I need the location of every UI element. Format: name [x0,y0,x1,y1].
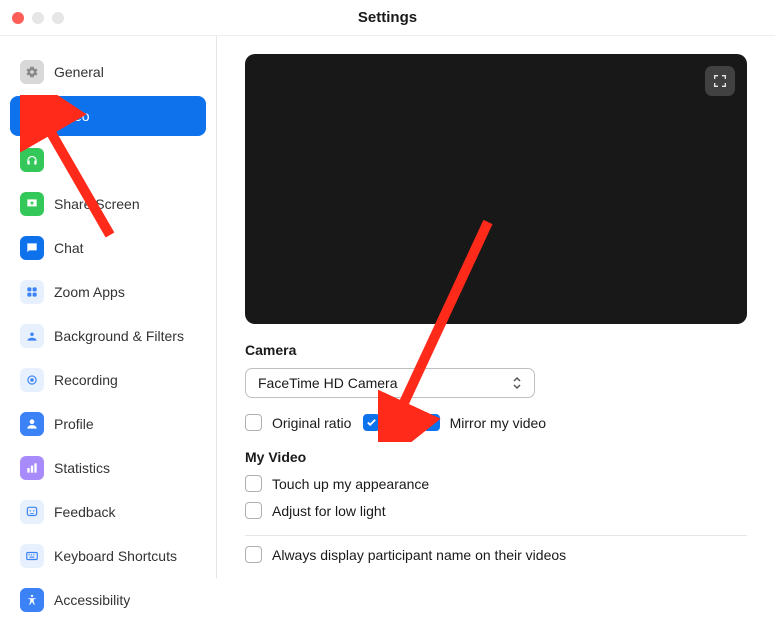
sidebar-item-statistics[interactable]: Statistics [10,448,206,488]
sidebar-item-label: General [54,64,104,80]
window-controls[interactable] [12,12,64,24]
minimize-window-icon[interactable] [32,12,44,24]
sidebar-item-zoom-apps[interactable]: Zoom Apps [10,272,206,312]
sidebar-item-chat[interactable]: Chat [10,228,206,268]
sidebar-item-label: Keyboard Shortcuts [54,548,177,564]
close-window-icon[interactable] [12,12,24,24]
expand-preview-button[interactable] [705,66,735,96]
lowlight-checkbox[interactable]: Adjust for low light [245,502,747,519]
sidebar-item-label: Recording [54,372,118,388]
sidebar-item-label: Background & Filters [54,328,184,344]
sidebar-item-label: Zoom Apps [54,284,125,300]
touchup-checkbox[interactable]: Touch up my appearance [245,475,747,492]
sidebar-item-audio[interactable] [10,140,206,180]
sidebar-item-label: Chat [54,240,84,256]
sidebar-item-share-screen[interactable]: Share Screen [10,184,206,224]
chevron-updown-icon [512,376,522,390]
feedback-icon [20,500,44,524]
sidebar-item-feedback[interactable]: Feedback [10,492,206,532]
camera-select[interactable]: FaceTime HD Camera [245,368,535,398]
gear-icon [20,60,44,84]
sidebar-item-recording[interactable]: Recording [10,360,206,400]
sidebar-item-label: Statistics [54,460,110,476]
headphones-icon [20,148,44,172]
share-screen-icon [20,192,44,216]
titlebar: Settings [0,0,775,36]
sidebar-item-accessibility[interactable]: Accessibility [10,580,206,620]
sidebar-item-profile[interactable]: Profile [10,404,206,444]
sidebar-item-general[interactable]: General [10,52,206,92]
keyboard-icon [20,544,44,568]
mirror-video-checkbox[interactable]: Mirror my video [423,414,546,431]
accessibility-icon [20,588,44,612]
statistics-icon [20,456,44,480]
sidebar-item-video[interactable]: Video [10,96,206,136]
video-preview [245,54,747,324]
sidebar-item-keyboard-shortcuts[interactable]: Keyboard Shortcuts [10,536,206,576]
camera-heading: Camera [245,342,747,358]
chat-icon [20,236,44,260]
sidebar-item-label: Video [54,108,90,124]
my-video-heading: My Video [245,449,747,465]
sidebar-item-label: Accessibility [54,592,130,608]
main-panel: Camera FaceTime HD Camera Original ratio… [217,36,775,578]
profile-icon [20,412,44,436]
checkbox-label: HD [390,415,410,431]
checkbox-label: Adjust for low light [272,503,386,519]
display-names-checkbox[interactable]: Always display participant name on their… [245,546,747,563]
sidebar-item-label: Profile [54,416,94,432]
sidebar: General Video Share Screen Chat [0,36,217,578]
camera-select-value: FaceTime HD Camera [258,375,398,391]
original-ratio-checkbox[interactable]: Original ratio [245,414,351,431]
sidebar-item-label: Share Screen [54,196,140,212]
checkbox-label: Touch up my appearance [272,476,429,492]
hd-checkbox[interactable]: HD [363,414,410,431]
apps-icon [20,280,44,304]
background-filters-icon [20,324,44,348]
video-icon [20,104,44,128]
recording-icon [20,368,44,392]
divider [245,535,747,536]
sidebar-item-label: Feedback [54,504,115,520]
checkbox-label: Mirror my video [450,415,546,431]
checkbox-label: Always display participant name on their… [272,547,566,563]
sidebar-item-background-filters[interactable]: Background & Filters [10,316,206,356]
checkbox-label: Original ratio [272,415,351,431]
fullscreen-window-icon[interactable] [52,12,64,24]
page-title: Settings [0,9,775,26]
